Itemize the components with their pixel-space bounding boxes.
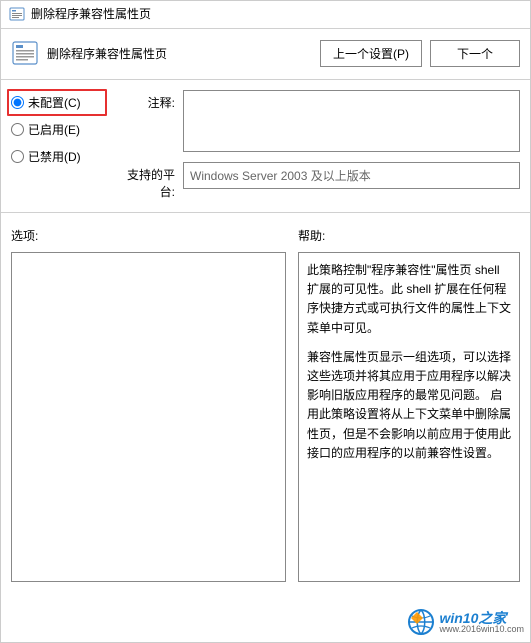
platform-value: Windows Server 2003 及以上版本 xyxy=(183,162,520,189)
comment-input[interactable] xyxy=(183,90,520,152)
header-title: 删除程序兼容性属性页 xyxy=(47,45,312,62)
watermark: win10之家 www.2016win10.com xyxy=(407,608,524,636)
radio-not-configured-label: 未配置(C) xyxy=(28,94,81,111)
config-area: 未配置(C) 已启用(E) 已禁用(D) 注释: 支持的平台: Windows … xyxy=(1,80,530,210)
options-panel xyxy=(11,252,286,582)
columns-header: 选项: 帮助: xyxy=(1,213,530,252)
fields-area: 注释: 支持的平台: Windows Server 2003 及以上版本 xyxy=(115,90,520,200)
help-paragraph-2: 兼容性属性页显示一组选项，可以选择这些选项并将其应用于应用程序以解决影响旧版应用… xyxy=(307,348,511,463)
help-header: 帮助: xyxy=(298,227,520,244)
title-bar: 删除程序兼容性属性页 xyxy=(1,1,530,26)
radio-disabled[interactable]: 已禁用(D) xyxy=(11,148,103,165)
comment-label: 注释: xyxy=(115,90,175,111)
state-radio-group: 未配置(C) 已启用(E) 已禁用(D) xyxy=(11,90,103,200)
policy-icon xyxy=(9,6,25,22)
next-setting-button[interactable]: 下一个 xyxy=(430,40,520,67)
radio-enabled-input[interactable] xyxy=(11,123,24,136)
radio-disabled-label: 已禁用(D) xyxy=(28,148,81,165)
radio-enabled[interactable]: 已启用(E) xyxy=(11,121,103,138)
options-header: 选项: xyxy=(11,227,286,244)
watermark-line1: win10之家 xyxy=(439,611,524,625)
prev-setting-button[interactable]: 上一个设置(P) xyxy=(320,40,422,67)
help-paragraph-1: 此策略控制"程序兼容性"属性页 shell 扩展的可见性。此 shell 扩展在… xyxy=(307,261,511,338)
radio-not-configured-input[interactable] xyxy=(11,96,24,109)
panels-area: 此策略控制"程序兼容性"属性页 shell 扩展的可见性。此 shell 扩展在… xyxy=(1,252,530,592)
radio-enabled-label: 已启用(E) xyxy=(28,121,80,138)
radio-not-configured[interactable]: 未配置(C) xyxy=(7,89,107,116)
radio-disabled-input[interactable] xyxy=(11,150,24,163)
watermark-line2: www.2016win10.com xyxy=(439,625,524,634)
help-panel: 此策略控制"程序兼容性"属性页 shell 扩展的可见性。此 shell 扩展在… xyxy=(298,252,520,582)
comment-row: 注释: xyxy=(115,90,520,152)
policy-header-icon xyxy=(11,39,39,67)
platform-label: 支持的平台: xyxy=(115,162,175,200)
header-row: 删除程序兼容性属性页 上一个设置(P) 下一个 xyxy=(1,29,530,77)
window-title: 删除程序兼容性属性页 xyxy=(31,5,151,22)
watermark-globe-icon xyxy=(407,608,435,636)
nav-buttons: 上一个设置(P) 下一个 xyxy=(320,40,520,67)
platform-row: 支持的平台: Windows Server 2003 及以上版本 xyxy=(115,162,520,200)
watermark-text: win10之家 www.2016win10.com xyxy=(439,611,524,634)
